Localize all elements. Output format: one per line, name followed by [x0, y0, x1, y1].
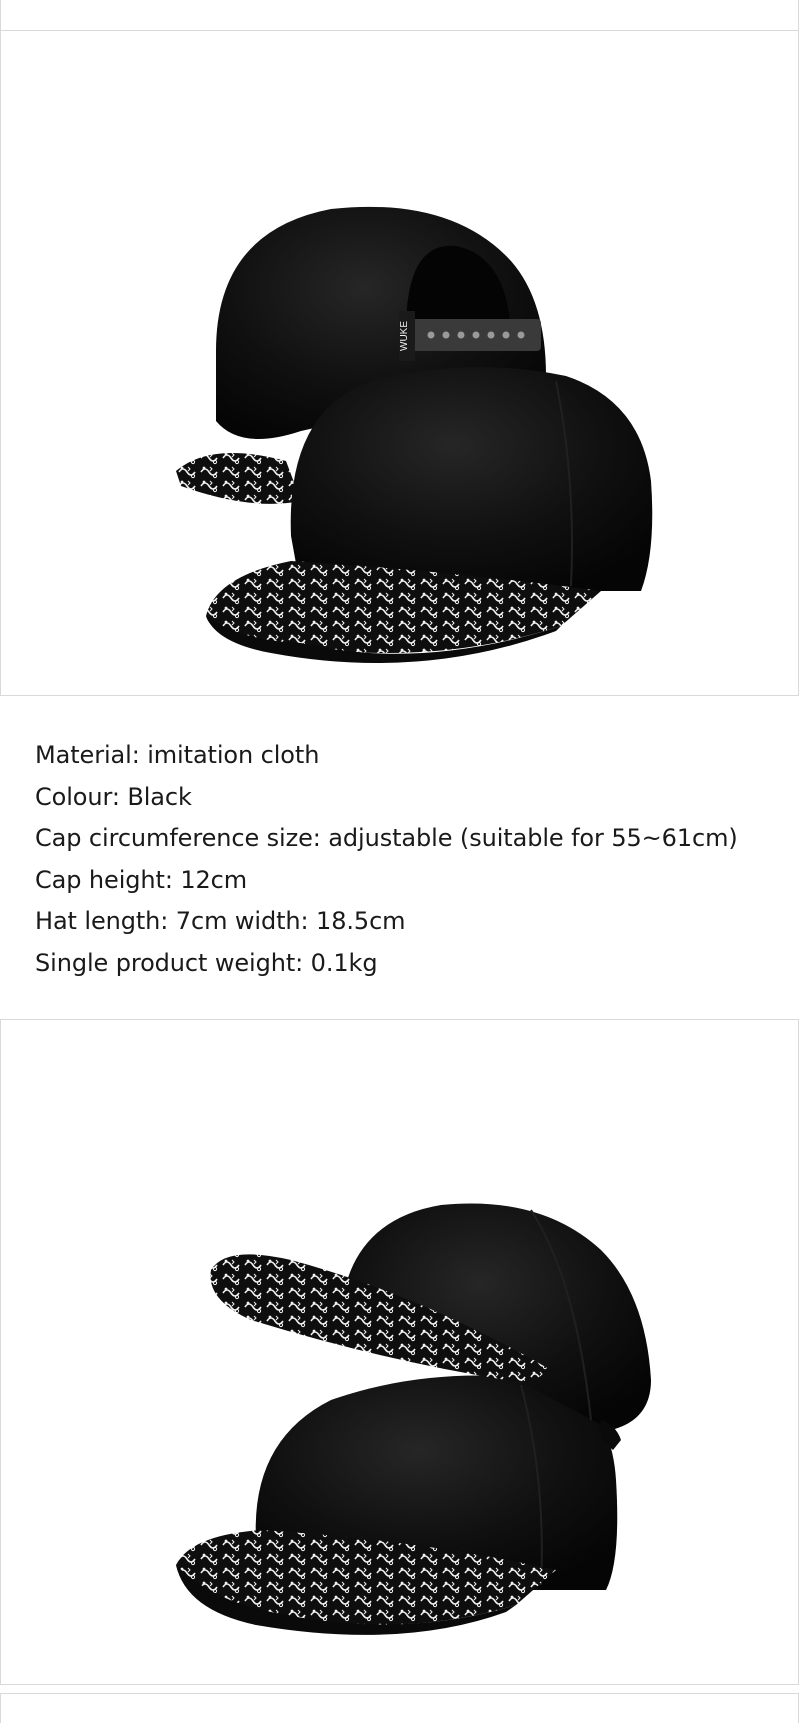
brand-tag-label: WUKE — [399, 321, 410, 351]
cap-pair-illustration-2 — [176, 1203, 651, 1635]
spec-weight: Single product weight: 0.1kg — [35, 948, 378, 977]
product-specifications: Material: imitation cloth Colour: Black … — [35, 735, 738, 985]
spec-material: Material: imitation cloth — [35, 741, 320, 769]
previous-image-bottom-edge — [0, 0, 799, 31]
product-photo-back-and-front: WUKE — [0, 30, 799, 696]
cap-pair-illustration-1: WUKE — [176, 206, 653, 664]
spec-colour: Colour: Black — [35, 782, 192, 811]
spec-height: Cap height: 12cm — [35, 865, 248, 894]
bottom-cap — [176, 1375, 618, 1635]
product-photo-stacked — [0, 1019, 799, 1685]
next-image-top-edge — [0, 1693, 799, 1723]
spec-circumference: Cap circumference size: adjustable (suit… — [35, 824, 738, 853]
spec-dimensions: Hat length: 7cm width: 18.5cm — [35, 907, 406, 936]
